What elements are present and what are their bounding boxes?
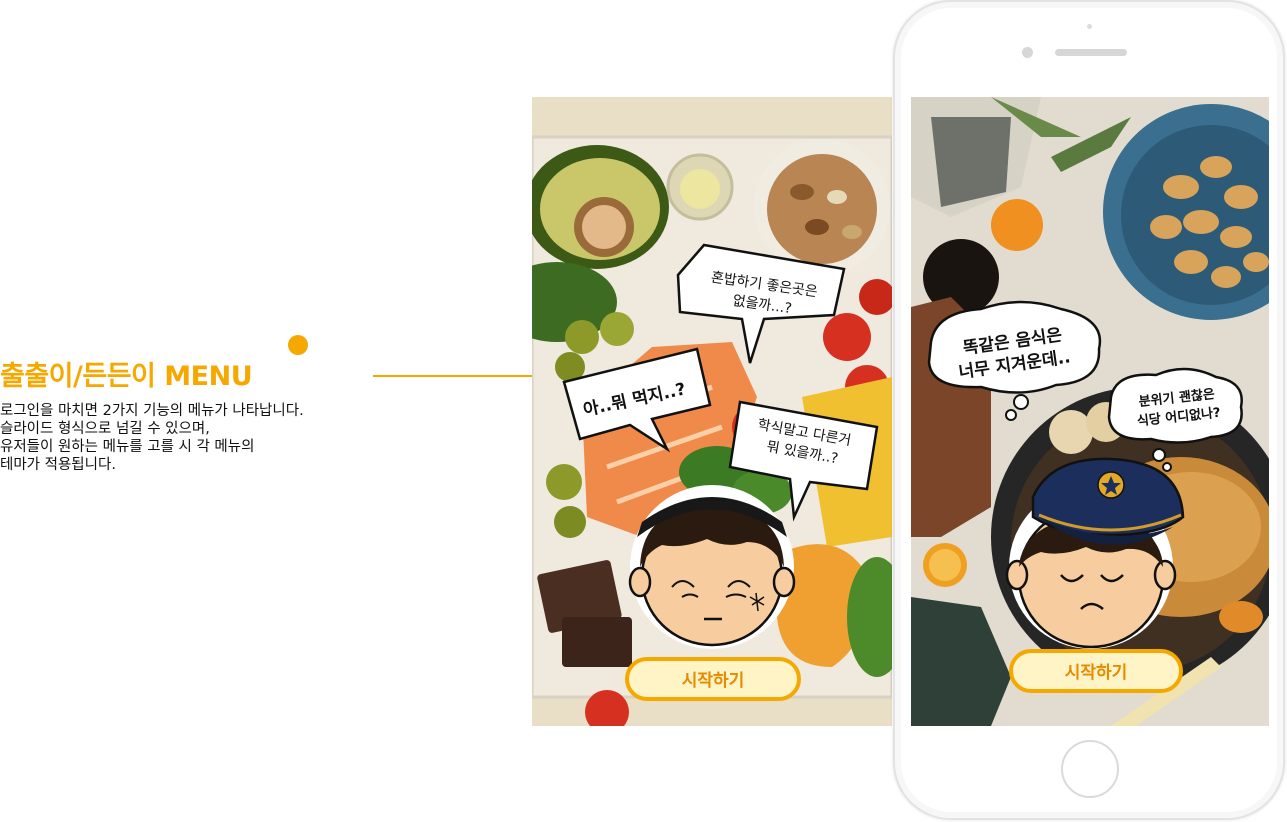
character-hungry-face [628, 485, 796, 649]
food-background-healthy: 혼밥하기 좋은곳은 없을까...? 아..뭐 먹지..? 학식말고 다른거 뭐 … [532, 97, 892, 726]
start-button[interactable]: 시작하기 [625, 657, 801, 701]
phone-speaker [1055, 49, 1127, 56]
home-button-icon[interactable] [1061, 740, 1119, 798]
start-button-label: 시작하기 [682, 671, 745, 691]
description-line: 로그인을 마치면 2가지 기능의 메뉴가 나타납니다. [0, 403, 304, 419]
description-line: 유저들이 원하는 메뉴를 고를 시 각 메뉴의 [0, 439, 255, 455]
food-background-hearty: 똑같은 음식은 너무 지겨운데.. 분위기 괜찮은 식당 어디없나? 시작하기 [911, 97, 1269, 726]
start-button-label: 시작하기 [1065, 663, 1128, 683]
menu-screen-deundeuni[interactable]: 똑같은 음식은 너무 지겨운데.. 분위기 괜찮은 식당 어디없나? 시작하기 [911, 97, 1269, 726]
menu-screen-chulchuli[interactable]: 혼밥하기 좋은곳은 없을까...? 아..뭐 먹지..? 학식말고 다른거 뭐 … [532, 97, 892, 726]
phone-sensor [1087, 24, 1092, 29]
connector-line [373, 375, 533, 377]
start-button[interactable]: 시작하기 [1009, 649, 1183, 693]
phone-camera-icon [1022, 47, 1033, 58]
description-line: 슬라이드 형식으로 넘길 수 있으며, [0, 421, 210, 437]
star-badge-icon [1097, 471, 1125, 499]
description-line: 테마가 적용됩니다. [0, 457, 116, 473]
section-description: 로그인을 마치면 2가지 기능의 메뉴가 나타납니다. 슬라이드 형식으로 넘길… [0, 402, 400, 474]
title-accent-dot [288, 335, 308, 355]
section-title: 출출이/든든이 MENU [0, 361, 253, 392]
